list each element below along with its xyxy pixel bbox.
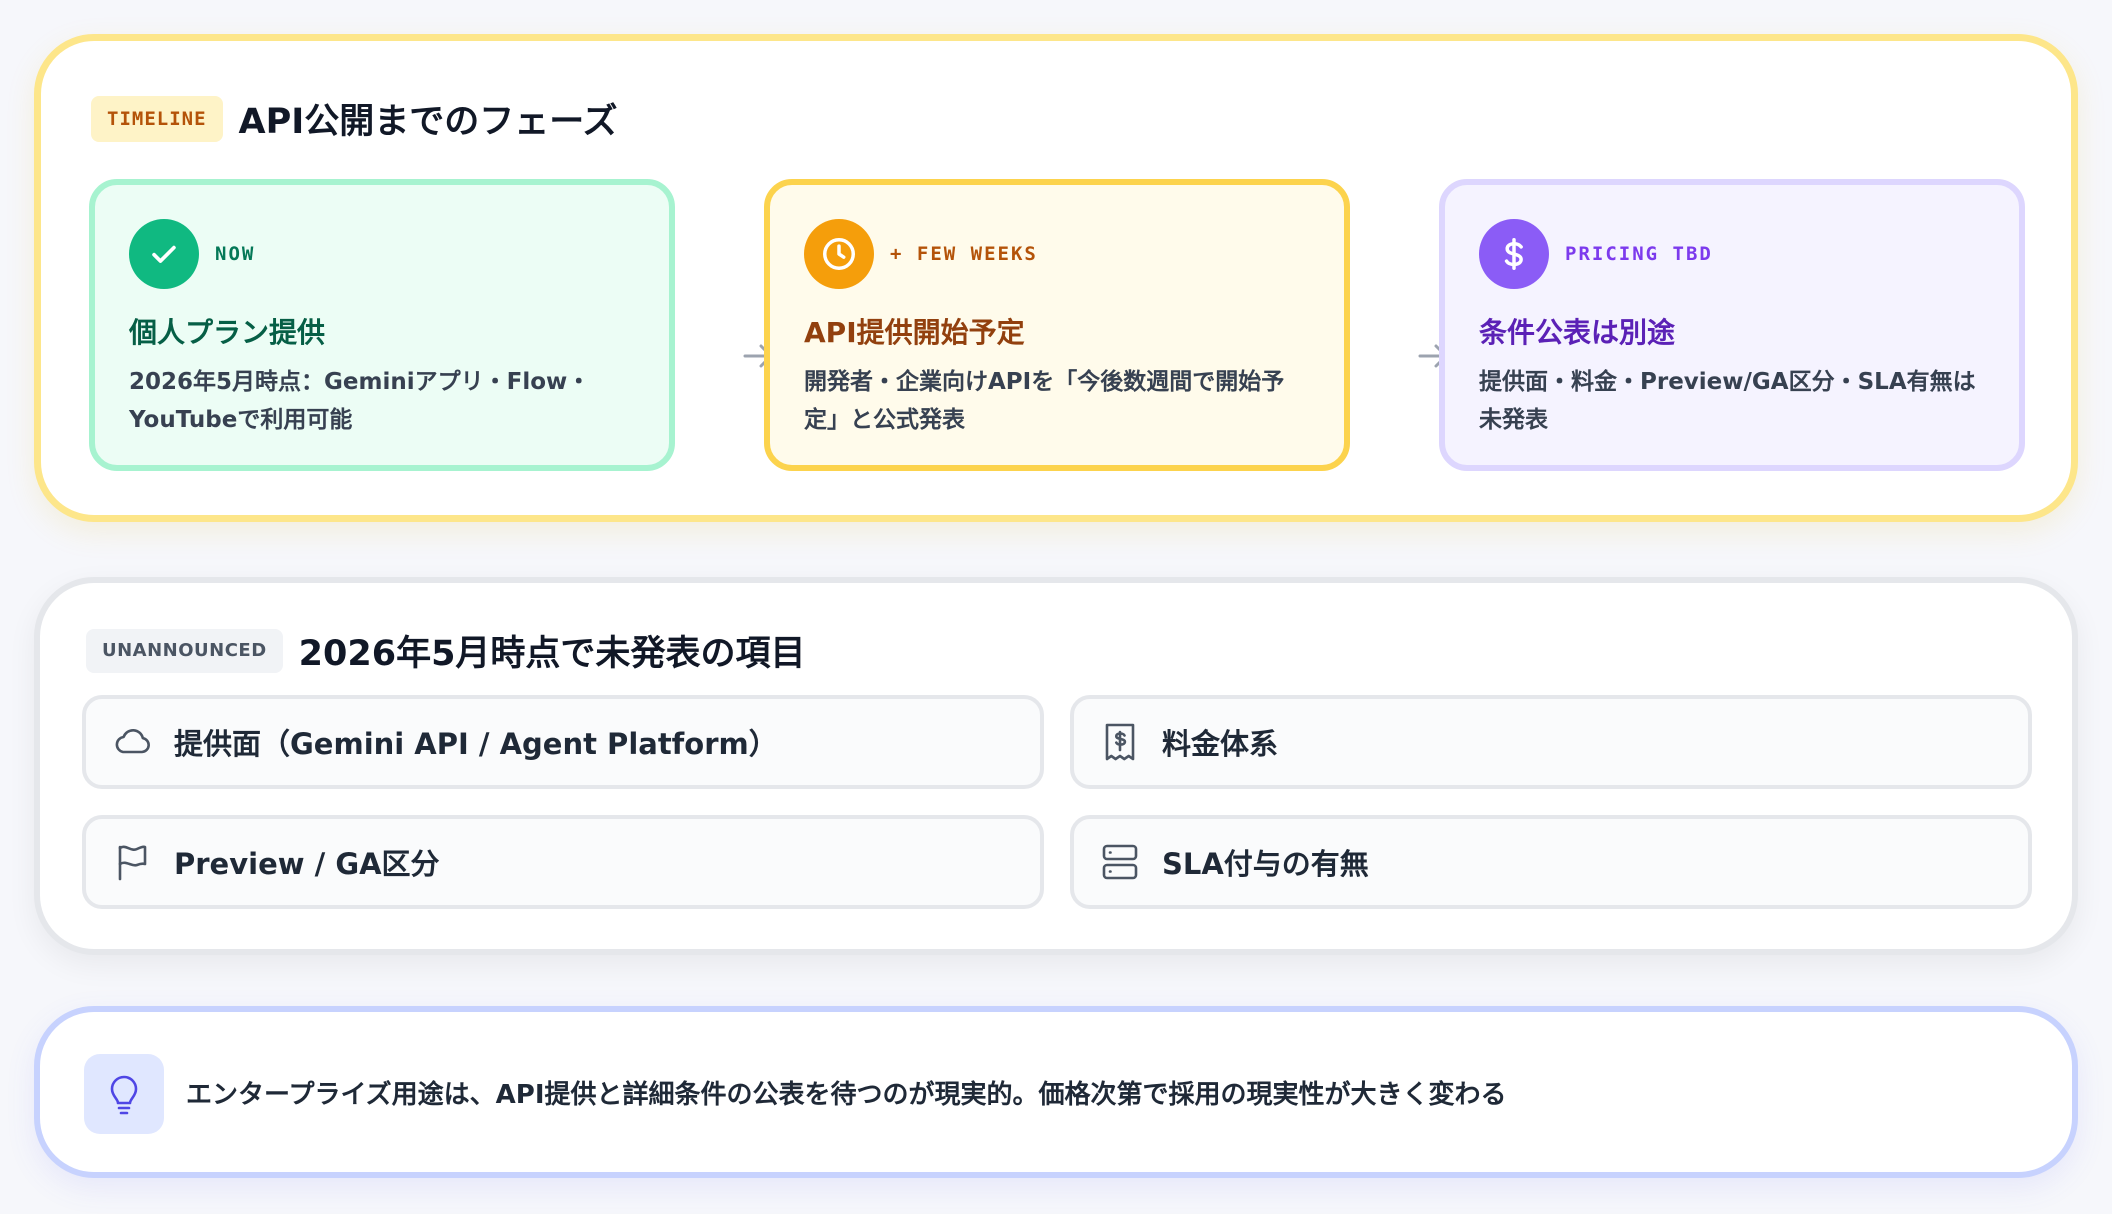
phase-soon-desc-line1: 開発者・企業向けAPIを「今後数週間で開始予 (804, 369, 1285, 395)
list-item-preview-ga: Preview / GA区分 (82, 815, 1044, 909)
page: TIMELINE API公開までのフェーズ NOW 個人プラン提供 2026年5… (0, 0, 2112, 1214)
phase-now-card: NOW 個人プラン提供 2026年5月時点：Geminiアプリ・Flow・ Yo… (89, 179, 675, 471)
check-icon (129, 219, 199, 289)
phase-tbd-title: 条件公表は別途 (1479, 316, 1676, 349)
item-label: 提供面（Gemini API / Agent Platform） (174, 727, 778, 761)
phase-tbd-desc-line1: 提供面・料金・Preview/GA区分・SLA有無は (1479, 369, 1976, 395)
phase-now-desc-line2: YouTubeで利用可能 (129, 407, 353, 433)
unannounced-header: UNANNOUNCED 2026年5月時点で未発表の項目 (86, 625, 805, 676)
timeline-header: TIMELINE API公開までのフェーズ (91, 93, 618, 144)
phase-tbd-desc: 提供面・料金・Preview/GA区分・SLA有無は 未発表 (1479, 363, 1985, 439)
flag-icon (112, 842, 152, 882)
timeline-card: TIMELINE API公開までのフェーズ NOW 個人プラン提供 2026年5… (34, 34, 2078, 522)
list-item-pricing: 料金体系 (1070, 695, 2032, 789)
unannounced-card: UNANNOUNCED 2026年5月時点で未発表の項目 提供面（Gemini … (34, 577, 2078, 955)
list-item-sla: SLA付与の有無 (1070, 815, 2032, 909)
phase-tbd-label: PRICING TBD (1565, 243, 1713, 265)
phase-soon-card: + FEW WEEKS API提供開始予定 開発者・企業向けAPIを「今後数週間… (764, 179, 1350, 471)
item-label: Preview / GA区分 (174, 847, 440, 881)
phase-soon-desc: 開発者・企業向けAPIを「今後数週間で開始予 定」と公式発表 (804, 363, 1310, 439)
phase-soon-title: API提供開始予定 (804, 316, 1025, 349)
server-icon (1100, 842, 1140, 882)
phase-soon-desc-line2: 定」と公式発表 (804, 407, 965, 433)
phase-now-title: 個人プラン提供 (129, 316, 326, 349)
phase-now-label: NOW (215, 243, 256, 265)
phase-now-desc-line1: 2026年5月時点：Geminiアプリ・Flow・ (129, 369, 591, 395)
timeline-title: API公開までのフェーズ (238, 102, 618, 142)
item-label: 料金体系 (1162, 727, 1279, 761)
phase-tbd-card: PRICING TBD 条件公表は別途 提供面・料金・Preview/GA区分・… (1439, 179, 2025, 471)
dollar-icon (1479, 219, 1549, 289)
note-card: エンタープライズ用途は、API提供と詳細条件の公表を待つのが現実的。価格次第で採… (34, 1006, 2078, 1178)
note-text: エンタープライズ用途は、API提供と詳細条件の公表を待つのが現実的。価格次第で採… (186, 1080, 1507, 1110)
unannounced-title: 2026年5月時点で未発表の項目 (298, 634, 806, 674)
clock-icon (804, 219, 874, 289)
phase-soon-label: + FEW WEEKS (890, 243, 1038, 265)
phase-now-desc: 2026年5月時点：Geminiアプリ・Flow・ YouTubeで利用可能 (129, 363, 635, 439)
lightbulb-icon (84, 1054, 164, 1134)
unannounced-tag: UNANNOUNCED (86, 628, 283, 673)
phase-tbd-desc-line2: 未発表 (1479, 407, 1548, 433)
cloud-icon (112, 722, 152, 762)
list-item-provider: 提供面（Gemini API / Agent Platform） (82, 695, 1044, 789)
item-label: SLA付与の有無 (1162, 847, 1369, 881)
receipt-icon (1100, 722, 1140, 762)
timeline-tag: TIMELINE (91, 95, 223, 142)
